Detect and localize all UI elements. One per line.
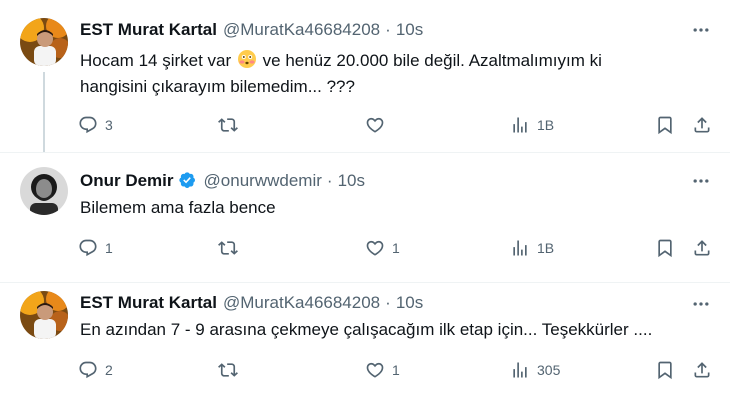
heart-icon [365, 115, 385, 135]
tweet[interactable]: Onur Demir @onurwwdemir · 10s Bilemem am… [0, 152, 730, 282]
thread-connector-line [43, 72, 45, 152]
tweet-header: EST Murat Kartal @MuratKa46684208 · 10s [80, 291, 423, 315]
timestamp[interactable]: 10s [396, 20, 423, 40]
like-count: 1 [392, 362, 400, 378]
tweet-header: EST Murat Kartal @MuratKa46684208 · 10s [80, 18, 423, 42]
tweet-text-line: hangisini çıkarayım bilemedim... ??? [80, 77, 355, 96]
more-options-button[interactable] [688, 17, 714, 43]
view-count: 305 [537, 362, 561, 378]
share-icon [692, 360, 712, 380]
action-bar: 1 1 1B [78, 233, 718, 263]
separator-dot: · [385, 293, 391, 312]
views-icon [510, 115, 530, 135]
heart-icon [365, 360, 385, 380]
bookmark-icon [655, 238, 675, 258]
flushed-face-emoji-icon [237, 49, 257, 69]
like-count: 1 [392, 240, 400, 256]
reply-button[interactable]: 1 [78, 233, 113, 263]
reply-button[interactable]: 3 [78, 110, 113, 140]
timestamp[interactable]: 10s [396, 293, 423, 313]
author-handle[interactable]: @MuratKa46684208 [223, 20, 380, 40]
retweet-button[interactable] [218, 233, 238, 263]
author-name[interactable]: EST Murat Kartal [80, 293, 217, 313]
bookmark-button[interactable] [655, 110, 675, 140]
more-options-button[interactable] [688, 168, 714, 194]
avatar-image [20, 167, 68, 215]
author-handle[interactable]: @MuratKa46684208 [223, 293, 380, 313]
retweet-icon [218, 115, 238, 135]
separator-dot: · [326, 171, 333, 190]
timestamp[interactable]: 10s [338, 171, 365, 191]
author-name[interactable]: Onur Demir [80, 171, 174, 191]
views-icon [510, 238, 530, 258]
reply-icon [78, 115, 98, 135]
author-name[interactable]: EST Murat Kartal [80, 20, 217, 40]
share-icon [692, 115, 712, 135]
tweet-text: Hocam 14 şirket var ve henüz 20.000 bile… [80, 48, 700, 100]
bookmark-icon [655, 360, 675, 380]
more-icon [691, 20, 711, 40]
share-button[interactable] [692, 355, 712, 385]
like-button[interactable]: 1 [365, 233, 400, 263]
tweet-text: En azından 7 - 9 arasına çekmeye çalışac… [80, 317, 700, 343]
tweet-text-line: Bilemem ama fazla bence [80, 198, 276, 217]
tweet-text-line: En azından 7 - 9 arasına çekmeye çalışac… [80, 320, 653, 339]
tweet-header: Onur Demir @onurwwdemir · 10s [80, 169, 365, 193]
bookmark-button[interactable] [655, 355, 675, 385]
more-icon [691, 294, 711, 314]
avatar-image [20, 291, 68, 339]
tweet-text: Bilemem ama fazla bence [80, 195, 700, 221]
view-count: 1B [537, 117, 555, 133]
tweet[interactable]: EST Murat Kartal @MuratKa46684208 · 10s … [0, 282, 730, 420]
retweet-icon [218, 360, 238, 380]
action-bar: 2 1 305 [78, 355, 718, 385]
like-button[interactable] [365, 110, 385, 140]
tweet-text-line: Hocam 14 şirket var ve henüz 20.000 bile… [80, 49, 602, 70]
bookmark-icon [655, 115, 675, 135]
separator-dot: · [385, 20, 391, 39]
more-icon [691, 171, 711, 191]
reply-icon [78, 360, 98, 380]
like-button[interactable]: 1 [365, 355, 400, 385]
bookmark-button[interactable] [655, 233, 675, 263]
retweet-icon [218, 238, 238, 258]
verified-badge-icon [178, 171, 198, 191]
reply-count: 1 [105, 240, 113, 256]
views-button[interactable]: 305 [510, 355, 560, 385]
share-button[interactable] [692, 110, 712, 140]
tweet[interactable]: EST Murat Kartal @MuratKa46684208 · 10s … [0, 0, 730, 152]
views-button[interactable]: 1B [510, 233, 554, 263]
reply-count: 3 [105, 117, 113, 133]
views-icon [510, 360, 530, 380]
avatar[interactable] [20, 18, 68, 66]
share-icon [692, 238, 712, 258]
more-options-button[interactable] [688, 291, 714, 317]
share-button[interactable] [692, 233, 712, 263]
views-button[interactable]: 1B [510, 110, 554, 140]
author-handle[interactable]: @onurwwdemir [204, 171, 322, 191]
retweet-button[interactable] [218, 355, 238, 385]
avatar[interactable] [20, 167, 68, 215]
reply-button[interactable]: 2 [78, 355, 113, 385]
avatar-image [20, 18, 68, 66]
reply-icon [78, 238, 98, 258]
action-bar: 3 1B [78, 110, 718, 140]
view-count: 1B [537, 240, 555, 256]
retweet-button[interactable] [218, 110, 238, 140]
avatar[interactable] [20, 291, 68, 339]
reply-count: 2 [105, 362, 113, 378]
heart-icon [365, 238, 385, 258]
